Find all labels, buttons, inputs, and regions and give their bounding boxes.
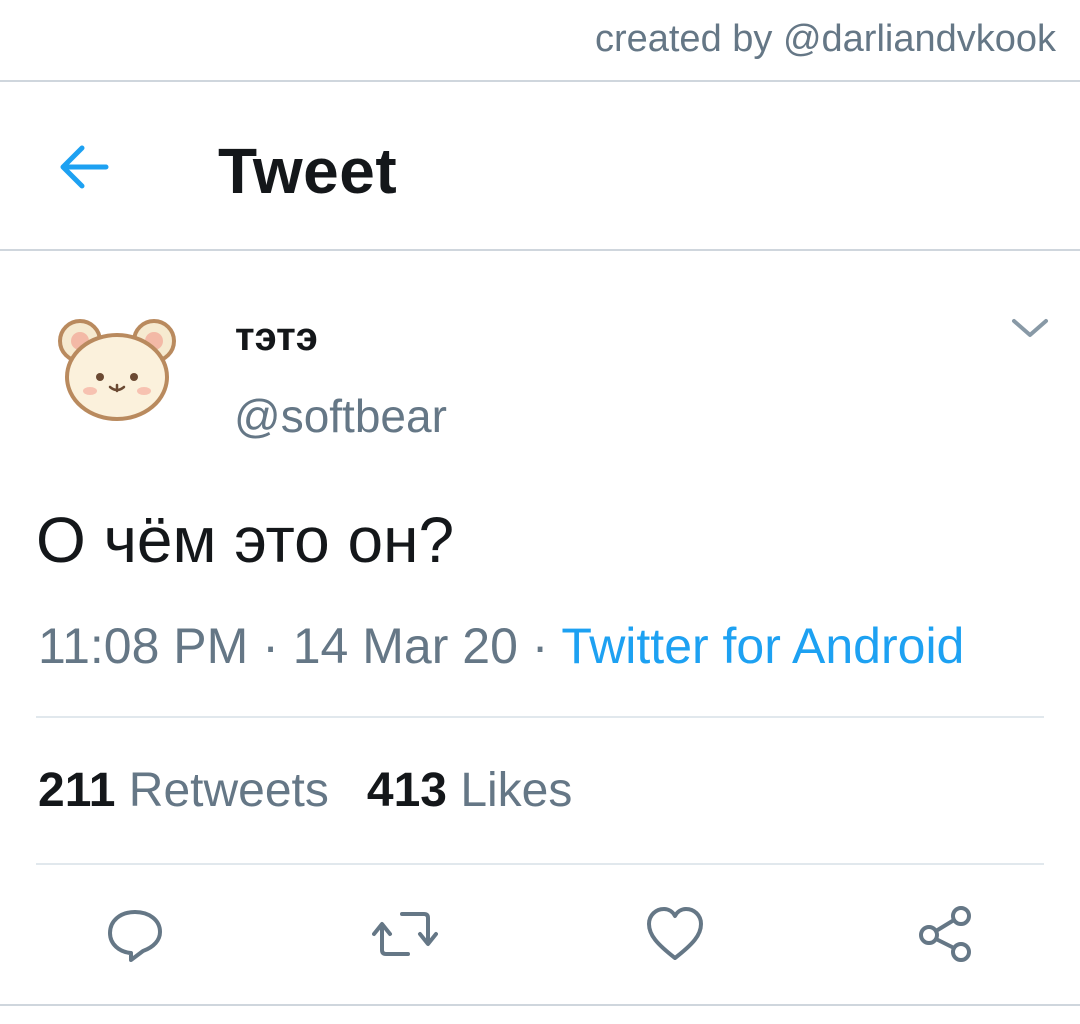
tweet-text: О чём это он? [36,504,455,576]
like-stat[interactable]: 413 Likes [367,764,573,817]
tweet-menu-button[interactable] [1008,313,1052,343]
reply-icon [108,910,162,962]
arrow-left-icon [60,145,109,189]
bear-avatar-icon [58,319,176,421]
retweet-count: 211 [38,764,116,817]
back-button[interactable] [50,132,120,202]
heart-icon [647,907,703,960]
user-handle[interactable]: @softbear [234,389,447,443]
retweet-icon [372,912,438,956]
like-count: 413 [366,764,447,817]
watermark-text: created by @darliandvkook [594,18,1056,60]
like-label: Likes [460,764,573,817]
page-header: Tweet [0,82,1080,251]
like-button[interactable] [645,904,705,964]
tweet-actions [0,864,1080,1006]
avatar[interactable] [52,311,182,426]
display-name[interactable]: тэтэ [235,315,318,360]
share-icon [919,906,971,962]
retweet-stat[interactable]: 211 Retweets [38,764,329,817]
meta-separator: · [517,618,562,674]
retweet-label: Retweets [128,764,329,817]
retweet-button[interactable] [372,904,438,964]
bottom-divider [0,1004,1080,1006]
tweet-source-link[interactable]: Twitter for Android [561,618,964,674]
watermark-bar: created by @darliandvkook [0,0,1080,82]
share-button[interactable] [915,904,975,964]
tweet-time: 11:08 PM [38,618,249,674]
page-title: Tweet [218,135,398,207]
divider [36,716,1044,718]
meta-separator: · [248,618,293,674]
chevron-down-icon [1012,319,1048,337]
reply-button[interactable] [105,904,165,964]
tweet-date: 14 Mar 20 [292,618,518,674]
tweet-metadata: 11:08 PM · 14 Mar 20 · Twitter for Andro… [38,617,964,675]
tweet-stats: 211 Retweets 413 Likes [38,763,572,818]
